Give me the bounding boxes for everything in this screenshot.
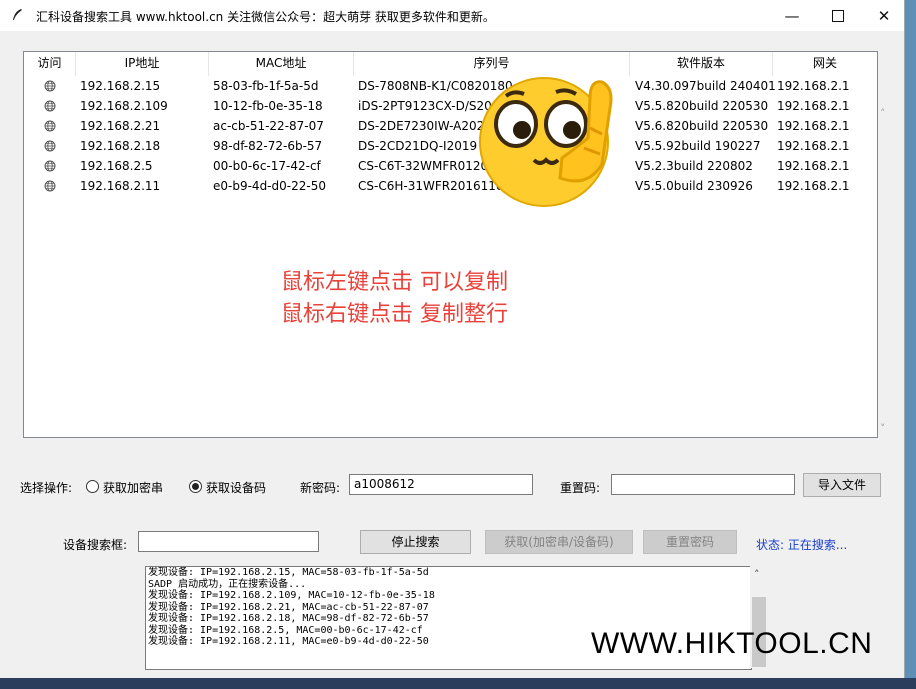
log-line: 发现设备: IP=192.168.2.15, MAC=58-03-fb-1f-5… bbox=[148, 567, 429, 578]
scroll-down-icon[interactable]: ˅ bbox=[880, 422, 886, 435]
cell-ip[interactable]: 192.168.2.21 bbox=[80, 116, 160, 136]
cell-ip[interactable]: 192.168.2.15 bbox=[80, 76, 160, 96]
new-password-label: 新密码: bbox=[300, 481, 341, 495]
cell-ip[interactable]: 192.168.2.5 bbox=[80, 156, 153, 176]
cell-mac[interactable]: ac-cb-51-22-87-07 bbox=[213, 116, 324, 136]
radio-device-code-label[interactable]: 获取设备码 bbox=[206, 479, 266, 496]
hint-right-click: 鼠标右键点击 复制整行 bbox=[281, 302, 508, 327]
column-header-version[interactable]: 软件版本 bbox=[630, 52, 773, 76]
site-watermark: WWW.HIKTOOL.CN bbox=[591, 627, 873, 660]
cell-version[interactable]: V5.5.92build 190227 bbox=[635, 136, 761, 156]
device-list[interactable]: 访问 IP地址 MAC地址 序列号 软件版本 网关 192.168.2.15 58… bbox=[23, 51, 878, 438]
cell-gateway[interactable]: 192.168.2.1 bbox=[777, 136, 850, 156]
cell-version[interactable]: V5.2.3build 220802 bbox=[635, 156, 753, 176]
cell-mac[interactable]: 58-03-fb-1f-5a-5d bbox=[213, 76, 318, 96]
log-line: 发现设备: IP=192.168.2.18, MAC=98-df-82-72-6… bbox=[148, 613, 429, 624]
title-bar: 汇科设备搜索工具 www.hktool.cn 关注微信公众号：超大萌芽 获取更多… bbox=[0, 0, 904, 31]
main-window: 汇科设备搜索工具 www.hktool.cn 关注微信公众号：超大萌芽 获取更多… bbox=[0, 0, 905, 679]
thinking-face-sticker bbox=[479, 77, 613, 207]
minimize-icon: — bbox=[784, 6, 800, 25]
log-scroll-up-icon[interactable]: ˄ bbox=[754, 568, 760, 581]
stop-search-button[interactable]: 停止搜索 bbox=[360, 530, 471, 554]
table-row[interactable]: 192.168.2.109 10-12-fb-0e-35-18 iDS-2PT912… bbox=[24, 96, 877, 116]
table-row[interactable]: 192.168.2.18 98-df-82-72-6b-57 DS-2CD21DQ-… bbox=[24, 136, 877, 156]
radio-device-code[interactable] bbox=[189, 480, 202, 493]
cell-version[interactable]: V4.30.097build 240401 bbox=[635, 76, 776, 96]
minimize-button[interactable]: — bbox=[769, 0, 815, 31]
device-list-header: 访问 IP地址 MAC地址 序列号 软件版本 网关 bbox=[24, 52, 877, 76]
cell-mac[interactable]: 98-df-82-72-6b-57 bbox=[213, 136, 322, 156]
globe-icon[interactable] bbox=[44, 120, 56, 132]
close-button[interactable]: ✕ bbox=[861, 0, 907, 31]
column-header-mac[interactable]: MAC地址 bbox=[209, 52, 354, 76]
column-header-access[interactable]: 访问 bbox=[24, 52, 76, 76]
log-line: 发现设备: IP=192.168.2.21, MAC=ac-cb-51-22-8… bbox=[148, 601, 429, 613]
get-code-button[interactable]: 获取(加密串/设备码) bbox=[485, 530, 633, 554]
cell-mac[interactable]: 10-12-fb-0e-35-18 bbox=[213, 96, 323, 116]
log-line: SADP 启动成功，正在搜索设备... bbox=[148, 578, 307, 590]
maximize-button[interactable] bbox=[815, 0, 861, 31]
window-title: 汇科设备搜索工具 www.hktool.cn 关注微信公众号：超大萌芽 获取更多… bbox=[36, 10, 495, 24]
cell-gateway[interactable]: 192.168.2.1 bbox=[777, 176, 850, 196]
cell-version[interactable]: V5.6.820build 220530 bbox=[635, 116, 768, 136]
globe-icon[interactable] bbox=[44, 140, 56, 152]
cell-gateway[interactable]: 192.168.2.1 bbox=[777, 156, 850, 176]
cell-mac[interactable]: 00-b0-6c-17-42-cf bbox=[213, 156, 321, 176]
cell-gateway[interactable]: 192.168.2.1 bbox=[777, 76, 850, 96]
operation-label: 选择操作: bbox=[20, 481, 73, 495]
reset-code-label: 重置码: bbox=[560, 481, 601, 495]
log-line: 发现设备: IP=192.168.2.109, MAC=10-12-fb-0e-… bbox=[148, 590, 435, 601]
cell-version[interactable]: V5.5.0build 230926 bbox=[635, 176, 753, 196]
desktop-background bbox=[904, 0, 916, 678]
radio-encrypt-string[interactable] bbox=[86, 480, 99, 493]
table-row[interactable]: 192.168.2.15 58-03-fb-1f-5a-5d DS-7808NB-K… bbox=[24, 76, 877, 96]
globe-icon[interactable] bbox=[44, 180, 56, 192]
cell-version[interactable]: V5.5.820build 220530 bbox=[635, 96, 768, 116]
table-row[interactable]: 192.168.2.11 e0-b9-4d-d0-22-50 CS-C6H-31WF… bbox=[24, 176, 877, 196]
table-row[interactable]: 192.168.2.21 ac-cb-51-22-87-07 DS-2DE7230I… bbox=[24, 116, 877, 136]
table-row[interactable]: 192.168.2.5 00-b0-6c-17-42-cf CS-C6T-32WMF… bbox=[24, 156, 877, 176]
globe-icon[interactable] bbox=[44, 80, 56, 92]
search-box-label: 设备搜索框: bbox=[63, 538, 128, 552]
column-header-ip[interactable]: IP地址 bbox=[76, 52, 209, 76]
cell-mac[interactable]: e0-b9-4d-d0-22-50 bbox=[213, 176, 326, 196]
cell-ip[interactable]: 192.168.2.11 bbox=[80, 176, 160, 196]
feather-pen-icon bbox=[13, 9, 22, 20]
globe-icon[interactable] bbox=[44, 100, 56, 112]
import-file-button[interactable]: 导入文件 bbox=[803, 473, 881, 497]
cell-ip[interactable]: 192.168.2.109 bbox=[80, 96, 168, 116]
scroll-up-icon[interactable]: ˄ bbox=[880, 107, 886, 120]
cell-gateway[interactable]: 192.168.2.1 bbox=[777, 116, 850, 136]
hint-left-click: 鼠标左键点击 可以复制 bbox=[281, 270, 508, 295]
cell-gateway[interactable]: 192.168.2.1 bbox=[777, 96, 850, 116]
status-text: 状态: 正在搜索... bbox=[756, 538, 848, 552]
reset-code-field[interactable] bbox=[611, 474, 795, 495]
device-search-input[interactable] bbox=[138, 531, 319, 552]
column-header-gateway[interactable]: 网关 bbox=[773, 52, 877, 76]
device-list-scrollbar[interactable]: ˄ bbox=[876, 51, 893, 438]
globe-icon[interactable] bbox=[44, 160, 56, 172]
close-icon: ✕ bbox=[877, 6, 891, 25]
maximize-icon bbox=[832, 9, 844, 22]
radio-encrypt-string-label[interactable]: 获取加密串 bbox=[103, 479, 163, 496]
taskbar bbox=[0, 678, 916, 689]
cell-ip[interactable]: 192.168.2.18 bbox=[80, 136, 160, 156]
new-password-field[interactable]: a1008612 bbox=[349, 474, 533, 495]
reset-password-button[interactable]: 重置密码 bbox=[643, 530, 737, 554]
